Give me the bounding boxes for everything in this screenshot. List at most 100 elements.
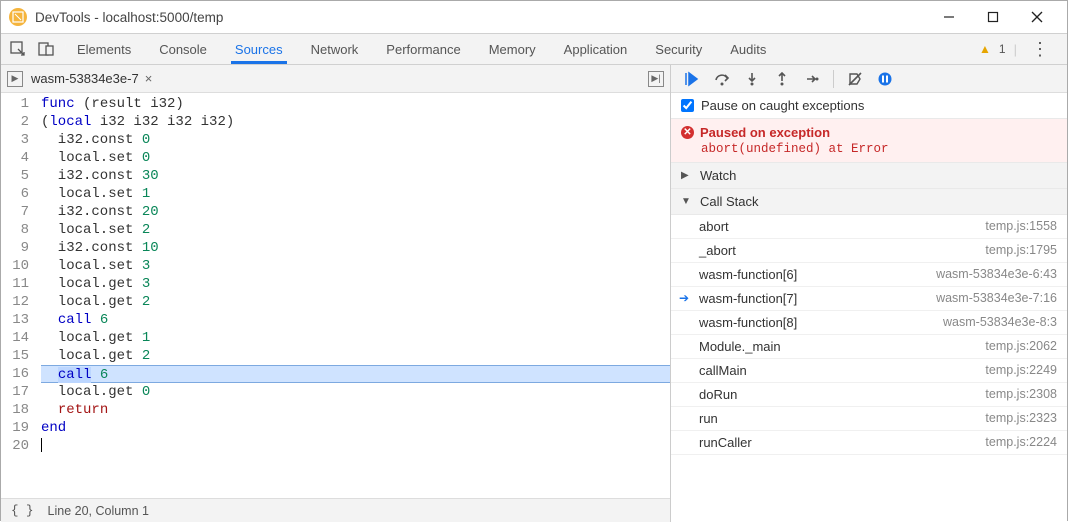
callstack-label: Call Stack bbox=[700, 194, 759, 209]
step-over-button[interactable] bbox=[711, 68, 733, 90]
code-line[interactable]: i32.const 0 bbox=[41, 131, 670, 149]
frame-function: wasm-function[8] bbox=[699, 315, 797, 330]
panel-tab-audits[interactable]: Audits bbox=[716, 34, 780, 64]
inspect-icon[interactable] bbox=[7, 38, 29, 60]
code-line[interactable]: end bbox=[41, 419, 670, 437]
panel-tab-sources[interactable]: Sources bbox=[221, 34, 297, 64]
code-line[interactable]: return bbox=[41, 401, 670, 419]
frame-function: doRun bbox=[699, 387, 737, 402]
minimize-button[interactable] bbox=[927, 2, 971, 32]
callstack-frame[interactable]: runtemp.js:2323 bbox=[671, 407, 1067, 431]
code-line[interactable]: local.set 0 bbox=[41, 149, 670, 167]
frame-location: temp.js:2323 bbox=[985, 411, 1057, 426]
navigator-toggle-icon[interactable]: ▶ bbox=[7, 71, 23, 87]
deactivate-breakpoints-button[interactable] bbox=[844, 68, 866, 90]
step-out-button[interactable] bbox=[771, 68, 793, 90]
panel-tab-memory[interactable]: Memory bbox=[475, 34, 550, 64]
code-line[interactable]: local.set 2 bbox=[41, 221, 670, 239]
panel-tabs: ElementsConsoleSourcesNetworkPerformance… bbox=[63, 34, 973, 64]
devtools-icon bbox=[9, 8, 27, 26]
frame-function: wasm-function[7] bbox=[699, 291, 797, 306]
chevron-right-icon: ▶ bbox=[681, 170, 693, 181]
watch-label: Watch bbox=[700, 168, 736, 183]
frame-location: temp.js:2308 bbox=[985, 387, 1057, 402]
frame-location: wasm-53834e3e-8:3 bbox=[943, 315, 1057, 330]
code-line[interactable]: call 6 bbox=[41, 365, 670, 383]
file-tab[interactable]: wasm-53834e3e-7 × bbox=[31, 71, 152, 86]
step-into-button[interactable] bbox=[741, 68, 763, 90]
frame-location: temp.js:1558 bbox=[985, 219, 1057, 234]
panel-tab-security[interactable]: Security bbox=[641, 34, 716, 64]
callstack-frame[interactable]: callMaintemp.js:2249 bbox=[671, 359, 1067, 383]
format-icon[interactable]: { } bbox=[11, 504, 34, 518]
code-line[interactable]: local.get 3 bbox=[41, 275, 670, 293]
frame-location: temp.js:2062 bbox=[985, 339, 1057, 354]
panel-tab-network[interactable]: Network bbox=[297, 34, 373, 64]
code-line[interactable]: local.get 2 bbox=[41, 347, 670, 365]
callstack-frame[interactable]: wasm-function[6] wasm-53834e3e-6:43 bbox=[671, 263, 1067, 287]
callstack-frame[interactable]: wasm-function[8] wasm-53834e3e-8:3 bbox=[671, 311, 1067, 335]
frame-function: callMain bbox=[699, 363, 747, 378]
panel-tab-elements[interactable]: Elements bbox=[63, 34, 145, 64]
pause-on-caught-checkbox[interactable] bbox=[681, 99, 694, 112]
frame-location: wasm-53834e3e-7:16 bbox=[936, 291, 1057, 306]
callstack-frame[interactable]: Module._main temp.js:2062 bbox=[671, 335, 1067, 359]
close-tab-icon[interactable]: × bbox=[145, 71, 153, 86]
error-icon: ✕ bbox=[681, 126, 694, 139]
more-tabs-icon[interactable]: ▶| bbox=[648, 71, 664, 87]
close-button[interactable] bbox=[1015, 2, 1059, 32]
pause-on-caught-row[interactable]: Pause on caught exceptions bbox=[671, 93, 1067, 119]
pause-on-caught-label: Pause on caught exceptions bbox=[701, 98, 864, 113]
code-editor[interactable]: 1234567891011121314151617181920 func (re… bbox=[1, 93, 670, 498]
code-line[interactable]: i32.const 30 bbox=[41, 167, 670, 185]
status-bar: { } Line 20, Column 1 bbox=[1, 498, 670, 522]
warning-icon[interactable]: ▲ bbox=[979, 42, 991, 56]
code-line[interactable]: i32.const 10 bbox=[41, 239, 670, 257]
frame-function: abort bbox=[699, 219, 729, 234]
panel-tab-performance[interactable]: Performance bbox=[372, 34, 474, 64]
file-tab-bar: ▶ wasm-53834e3e-7 × ▶| bbox=[1, 65, 670, 93]
devtools-toolbar: ElementsConsoleSourcesNetworkPerformance… bbox=[1, 33, 1067, 65]
code-line[interactable]: local.set 1 bbox=[41, 185, 670, 203]
chevron-down-icon: ▼ bbox=[681, 196, 693, 207]
code-line[interactable]: local.get 2 bbox=[41, 293, 670, 311]
frame-function: runCaller bbox=[699, 435, 752, 450]
code-line[interactable]: func (result i32) bbox=[41, 95, 670, 113]
callstack-frame[interactable]: abort temp.js:1558 bbox=[671, 215, 1067, 239]
frame-location: wasm-53834e3e-6:43 bbox=[936, 267, 1057, 282]
callstack-frame[interactable]: runCallertemp.js:2224 bbox=[671, 431, 1067, 455]
code-line[interactable]: local.set 3 bbox=[41, 257, 670, 275]
cursor-position: Line 20, Column 1 bbox=[48, 504, 149, 518]
callstack-frame[interactable]: doRun temp.js:2308 bbox=[671, 383, 1067, 407]
more-menu-icon[interactable]: ⋮ bbox=[1025, 39, 1055, 60]
callstack-frame[interactable]: _aborttemp.js:1795 bbox=[671, 239, 1067, 263]
code-line[interactable]: (local i32 i32 i32 i32) bbox=[41, 113, 670, 131]
exception-banner: ✕ Paused on exception abort(undefined) a… bbox=[671, 119, 1067, 163]
panel-tab-console[interactable]: Console bbox=[145, 34, 221, 64]
code-line[interactable] bbox=[41, 437, 670, 455]
callstack-list: aborttemp.js:1558_aborttemp.js:1795wasm-… bbox=[671, 215, 1067, 455]
code-line[interactable]: local.get 1 bbox=[41, 329, 670, 347]
panel-tab-application[interactable]: Application bbox=[550, 34, 642, 64]
current-frame-icon: ➔ bbox=[679, 291, 689, 305]
debugger-panel: Pause on caught exceptions ✕ Paused on e… bbox=[671, 65, 1067, 522]
pause-on-exceptions-button[interactable] bbox=[874, 68, 896, 90]
exception-title: Paused on exception bbox=[700, 125, 830, 140]
code-line[interactable]: call 6 bbox=[41, 311, 670, 329]
code-line[interactable]: i32.const 20 bbox=[41, 203, 670, 221]
step-button[interactable] bbox=[801, 68, 823, 90]
callstack-section-header[interactable]: ▼ Call Stack bbox=[671, 189, 1067, 215]
maximize-button[interactable] bbox=[971, 2, 1015, 32]
frame-function: Module._main bbox=[699, 339, 781, 354]
debugger-toolbar bbox=[671, 65, 1067, 93]
sources-panel: ▶ wasm-53834e3e-7 × ▶| 12345678910111213… bbox=[1, 65, 671, 522]
exception-detail: abort(undefined) at Error bbox=[681, 142, 889, 156]
frame-function: wasm-function[6] bbox=[699, 267, 797, 282]
callstack-frame[interactable]: ➔ wasm-function[7] wasm-53834e3e-7:16 bbox=[671, 287, 1067, 311]
device-toolbar-icon[interactable] bbox=[35, 38, 57, 60]
frame-function: _abort bbox=[699, 243, 736, 258]
resume-button[interactable] bbox=[681, 68, 703, 90]
warning-count[interactable]: 1 bbox=[999, 42, 1006, 56]
watch-section-header[interactable]: ▶ Watch bbox=[671, 163, 1067, 189]
code-line[interactable]: local.get 0 bbox=[41, 383, 670, 401]
